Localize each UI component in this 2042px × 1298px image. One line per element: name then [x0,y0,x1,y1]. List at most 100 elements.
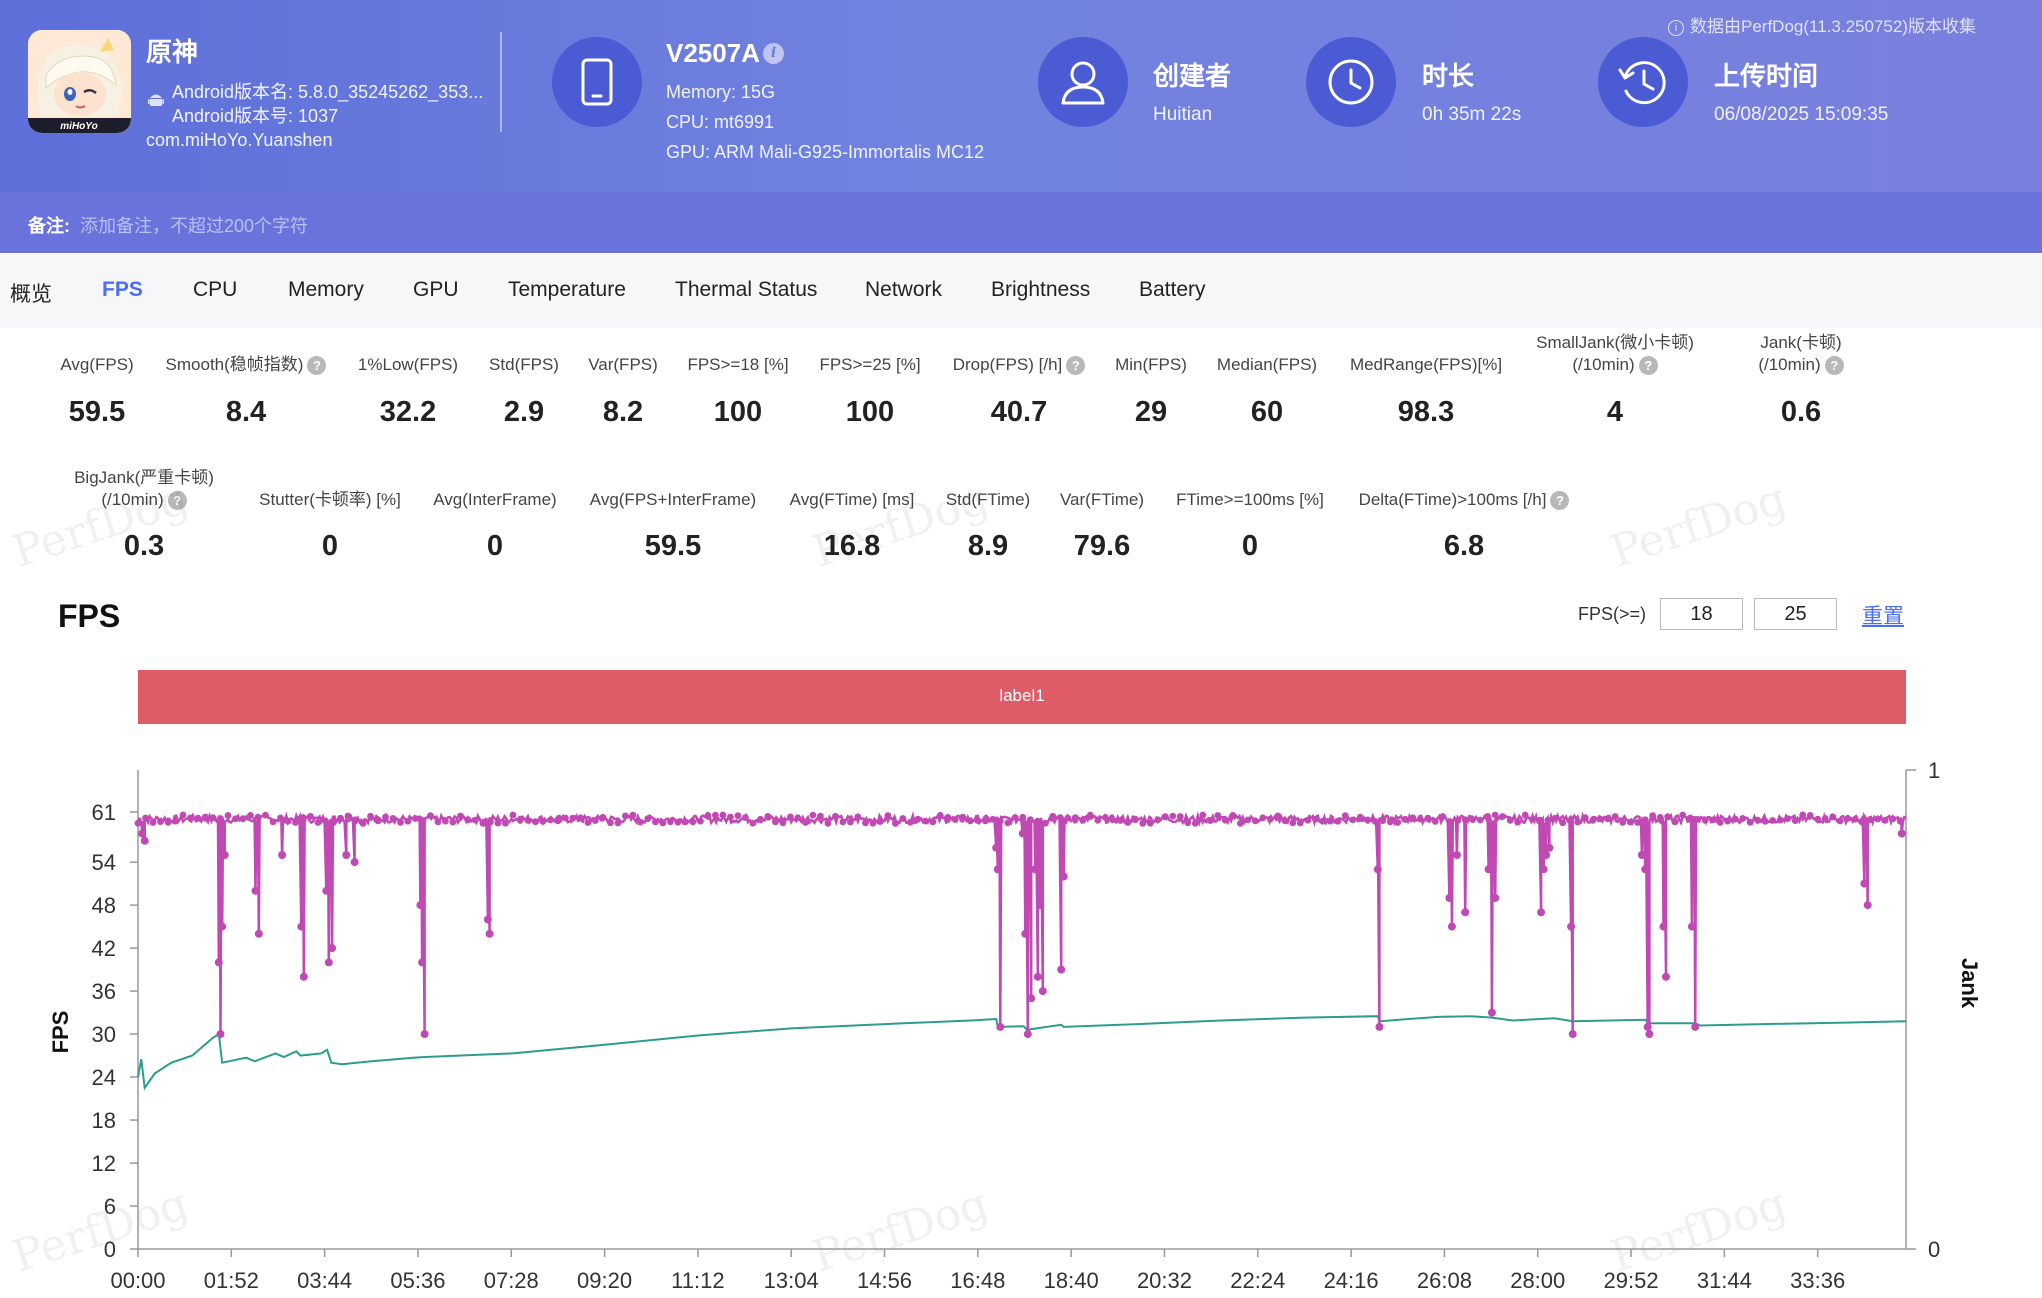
fps-drop-point [216,1030,225,1039]
reset-button[interactable]: 重置 [1862,600,1904,630]
fps-point [1109,816,1117,824]
device-info-icon[interactable]: i [763,43,784,64]
fps-point [1379,817,1387,824]
fps-point [1251,817,1259,825]
tab-brightness[interactable]: Brightness [991,278,1090,302]
fps-point [524,816,532,824]
fps-point [254,813,262,821]
fps-point [1011,814,1019,822]
fps-point [172,817,179,825]
fps-point [232,815,239,823]
stat-value: 6.8 [1443,530,1485,562]
fps-point [607,819,614,827]
tab-network[interactable]: Network [865,278,942,302]
fps-threshold-input-2[interactable] [1754,598,1837,630]
tab-thermal-status[interactable]: Thermal Status [675,278,817,302]
fps-point [374,817,382,825]
fps-point [1131,816,1139,824]
tab-temperature[interactable]: Temperature [508,278,626,302]
fps-point [1034,817,1042,825]
chart-title: FPS [58,598,121,634]
duration-title: 时长 [1422,61,1475,91]
fps-point [974,817,982,824]
fps-point [1694,816,1702,823]
x-tick-label: 14:56 [857,1268,912,1293]
fps-point [382,813,389,821]
fps-point [1079,817,1087,824]
notes-label: 备注: [28,216,70,236]
device-model: V2507A [666,38,760,68]
help-icon[interactable]: ? [1824,356,1844,375]
fps-threshold-input-1[interactable] [1660,598,1743,630]
fps-point [1836,817,1844,825]
fps-drop-point [299,972,308,981]
phone-icon [552,37,642,127]
help-icon[interactable]: ? [1550,491,1570,510]
fps-point [749,819,757,827]
user-icon [1038,37,1128,127]
fps-drop-point [420,1030,429,1039]
fps-drop-point [993,865,1002,874]
fps-point [584,819,592,826]
watermark: PerfDog [1604,1178,1793,1283]
fps-point [929,818,937,826]
tab-battery[interactable]: Battery [1139,278,1206,302]
fps-point [899,815,907,822]
fps-point [1311,815,1319,823]
fps-point [922,817,929,825]
tab-gpu[interactable]: GPU [413,278,459,302]
fps-point [1671,818,1679,826]
fps-point [1101,814,1109,821]
label-bar[interactable]: label1 [138,670,1906,724]
fps-point [1221,816,1229,824]
fps-point [554,817,562,825]
android-icon [148,94,164,106]
fps-point [367,812,374,820]
fps-point [502,819,509,827]
fps-point [1596,815,1604,823]
fps-drop-point [1567,922,1576,931]
fps-point [1041,819,1049,827]
fps-point [944,814,952,821]
x-tick-label: 07:28 [484,1268,539,1293]
history-icon [1598,37,1688,127]
x-tick-label: 11:12 [671,1268,724,1293]
notes-bar[interactable]: 备注: 添加备注，不超过200个字符 [0,192,2042,253]
fps-point [284,817,292,825]
fps-point [344,812,352,820]
fps-point [217,815,224,822]
fps-point [764,813,772,820]
fps-point [1026,816,1034,824]
x-tick-label: 24:16 [1324,1268,1379,1293]
tab-memory[interactable]: Memory [288,278,364,302]
fps-point [1266,815,1274,823]
fps-drop-point [1645,1030,1654,1039]
fps-drop-point [1033,972,1042,981]
x-tick-label: 22:24 [1230,1268,1285,1293]
fps-point [1191,819,1199,827]
fps-point [1094,816,1102,824]
fps-drop-point [140,836,149,845]
fps-drop-point [1860,879,1869,888]
fps-drop-point [485,929,494,938]
notes-input[interactable]: 添加备注，不超过200个字符 [80,212,308,238]
fps-point [1619,818,1627,826]
fps-point [404,817,412,825]
fps-drop-point [1021,929,1030,938]
tab-fps[interactable]: FPS [102,278,143,302]
fps-point [1064,814,1072,822]
fps-point [1574,818,1582,826]
fps-point [1761,817,1769,825]
fps-point [1446,818,1454,826]
fps-point [532,818,539,826]
fps-drop-point [416,901,425,910]
fps-point [314,819,322,826]
fps-drop-point [1637,851,1646,859]
fps-drop-point [1373,865,1382,874]
fps-point [1581,814,1589,822]
tab-cpu[interactable]: CPU [193,278,237,302]
fps-point [1896,817,1904,825]
tab-overview[interactable]: 概览 [10,278,52,308]
fps-point [269,818,277,826]
label-bar-text: label1 [999,686,1045,705]
